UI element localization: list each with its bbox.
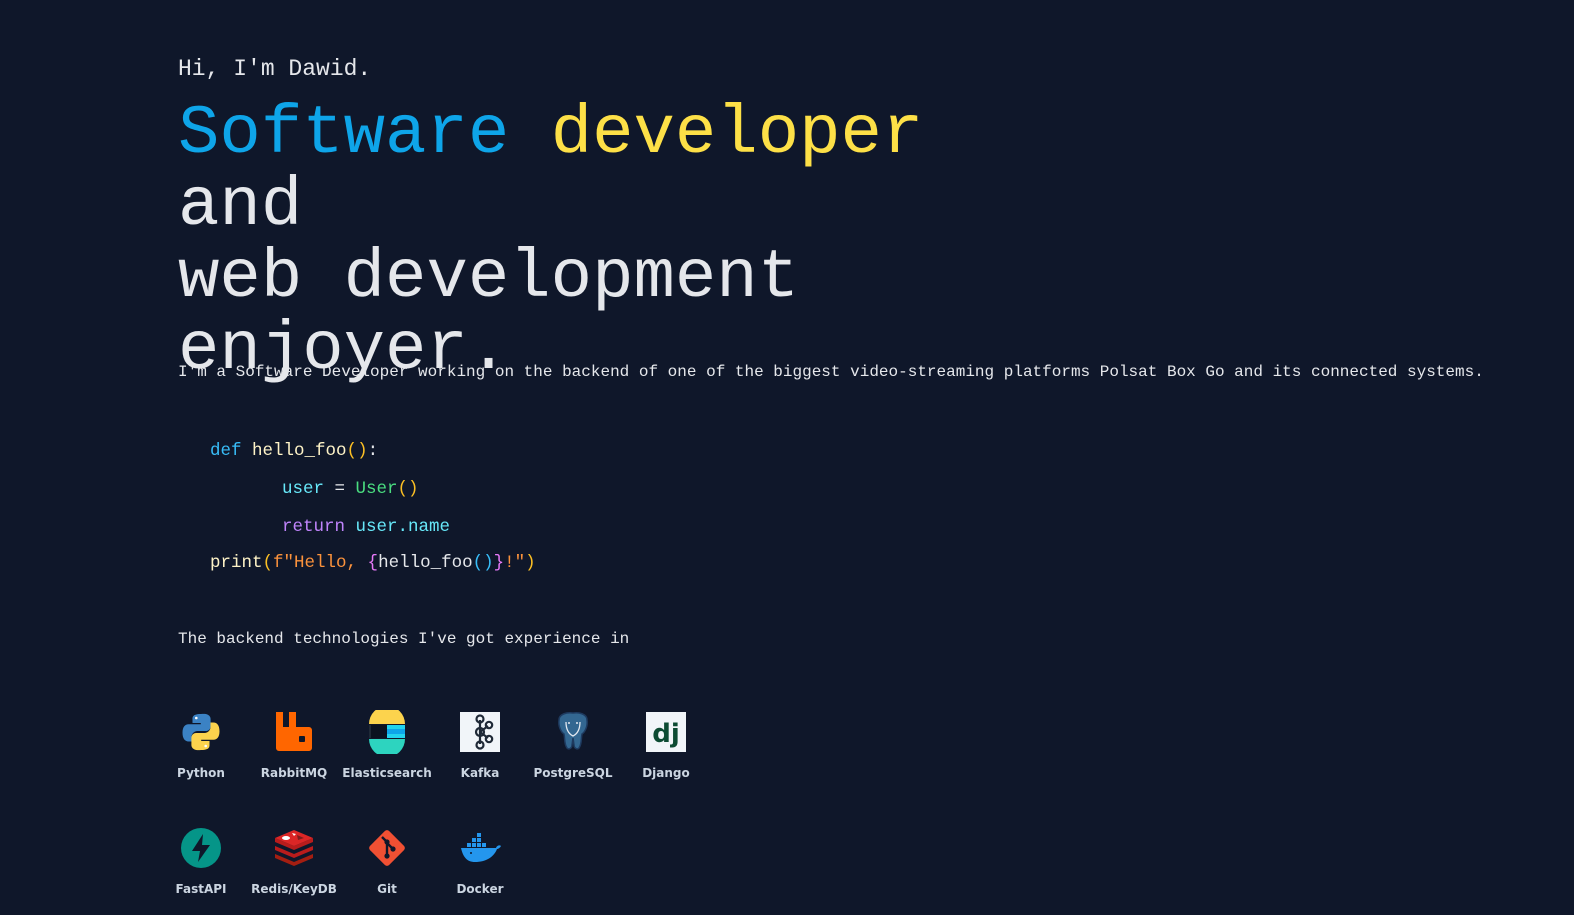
hero-line-2: web development [178, 239, 800, 317]
tech-item-fastapi: FastAPI [154, 826, 248, 896]
code-line-4: print(f"Hello, {hello_foo()}!") [210, 553, 536, 573]
page: Hi, I'm Dawid. Software developer and web… [0, 0, 1574, 915]
elasticsearch-icon [369, 710, 405, 754]
postgresql-icon [558, 712, 588, 750]
django-icon: dj [646, 712, 686, 752]
code-snippet: def hello_foo(): user = User() return us… [210, 440, 536, 573]
hero-word-software: Software [178, 95, 510, 173]
tech-item-elasticsearch: Elasticsearch [340, 710, 434, 780]
kafka-icon [460, 712, 500, 752]
code-line-3: return user.name [282, 517, 451, 537]
tech-item-kafka: Kafka [433, 710, 527, 780]
git-icon [369, 830, 405, 866]
hero-word-and: and [178, 167, 303, 245]
tech-item-redis: Redis/KeyDB [247, 826, 341, 896]
tech-label: PostgreSQL [533, 766, 613, 780]
tech-item-postgresql: PostgreSQL [526, 710, 620, 780]
tech-intro: The backend technologies I've got experi… [178, 630, 630, 648]
tech-item-docker: Docker [433, 826, 527, 896]
tech-label: Python [177, 766, 225, 780]
docker-icon [461, 833, 501, 862]
redis-icon [275, 830, 313, 866]
svg-text:dj: dj [652, 719, 680, 749]
code-line-1: def hello_foo(): [210, 441, 379, 461]
hero-word-developer: developer [550, 95, 924, 173]
tech-item-rabbitmq: RabbitMQ [247, 710, 341, 780]
fastapi-icon [181, 828, 221, 868]
tech-label: Elasticsearch [342, 766, 432, 780]
tech-label: RabbitMQ [260, 766, 328, 780]
intro-text: I'm a Software Developer working on the … [178, 363, 1484, 381]
python-icon [182, 713, 220, 751]
tech-item-python: Python [154, 710, 248, 780]
tech-label: Django [642, 766, 690, 780]
tech-label: Kafka [460, 766, 500, 780]
code-line-2: user = User() [282, 479, 419, 499]
tech-label: Git [377, 882, 397, 896]
tech-label: FastAPI [175, 882, 227, 896]
greeting: Hi, I'm Dawid. [178, 56, 372, 82]
tech-item-git: Git [340, 826, 434, 896]
rabbitmq-icon [276, 712, 312, 751]
tech-label: Docker [456, 882, 504, 896]
tech-label: Redis/KeyDB [251, 882, 337, 896]
tech-item-django: dj Django [619, 710, 713, 780]
hero-headline: Software developer and web development enj… [178, 98, 1078, 386]
